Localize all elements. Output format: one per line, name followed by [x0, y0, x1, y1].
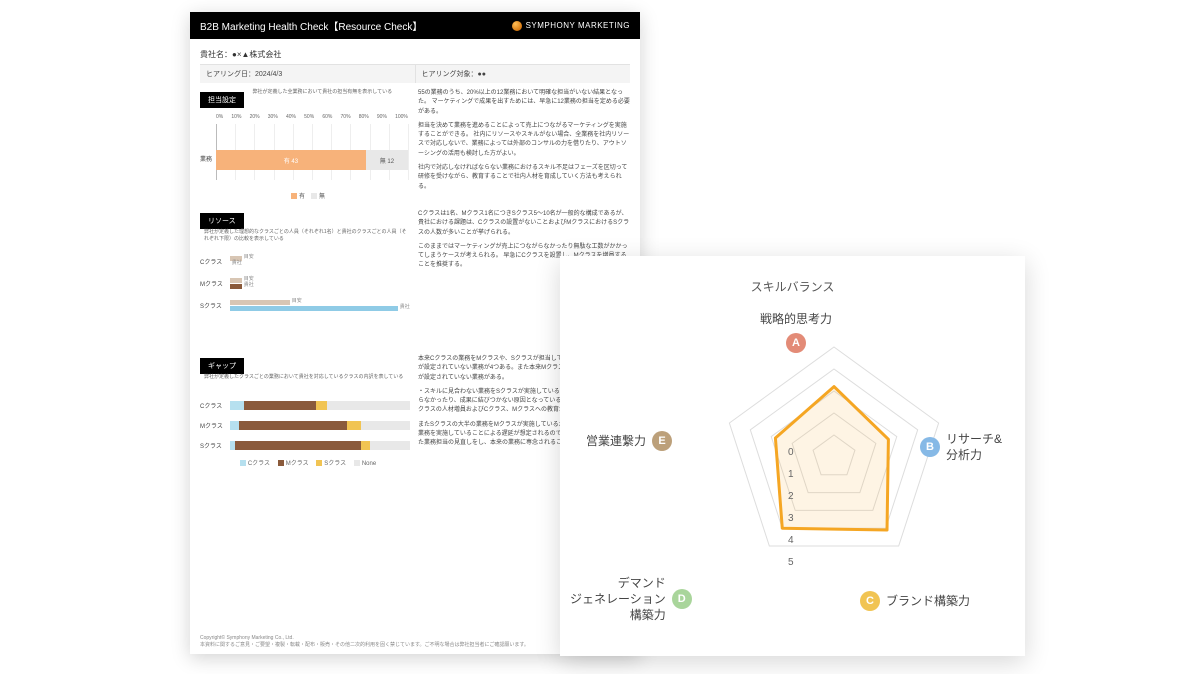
axis-label-A: 戦略的思考力: [760, 311, 832, 327]
comment-1b: 担当を決めて業務を進めることによって売上につながるマーケティングを実施することが…: [418, 122, 630, 159]
axis-badge-B: B: [920, 437, 940, 457]
chart-responsibility: 0%10%20%30%40%50%60%70%80%90%100% 業務 有 4…: [200, 114, 410, 200]
radar-axis-E: 営業連繋力 E: [586, 431, 672, 451]
axis-label-E: 営業連繋力: [586, 433, 646, 449]
section1-sublabel: 弊社が定義した全業務において貴社の担当有無を表示している: [252, 89, 392, 96]
comment-1c: 社内で対応しなければならない業務におけるスキル不足はフェーズを区切って研修を受け…: [418, 164, 630, 192]
section2-label: リソース: [200, 213, 244, 229]
chart1-ylabel: 業務: [200, 154, 212, 163]
axis-badge-D: D: [672, 589, 692, 609]
brand-logo: SYMPHONY MARKETING: [512, 21, 630, 31]
radar-card: スキルバランス 012345戦略的思考力ABリサーチ& 分析力Cブランド構築力デ…: [560, 256, 1025, 656]
disclaimer: 本資料に関するご意見・ご要望・複製・転載・配布・販売・その他二次的利用を固く禁じ…: [200, 642, 529, 649]
report-title-bar: B2B Marketing Health Check【Resource Chec…: [190, 12, 640, 39]
section3-sublabel: 弊社が定義したクラスごとの業務において貴社を対応しているクラスの内訳を表している: [204, 374, 403, 381]
chart1-legend: 有無: [200, 191, 410, 200]
comment-1a: 55の業務のうち、20%以上の12業務において明確な担当がいない結果となった。 …: [418, 89, 630, 117]
axis-badge-E: E: [652, 431, 672, 451]
radar-axis-B: B リサーチ& 分析力: [920, 431, 1002, 463]
comment-2a: Cクラスは1名、Mクラス1名につきSクラス5〜10名が一般的な構成であるが、貴社…: [418, 210, 630, 238]
report-meta: 貴社名：●×▲株式会社 ヒアリング日：2024/4/3 ヒアリング対象：●●: [190, 39, 640, 83]
radar-axis-A: 戦略的思考力 A: [760, 311, 832, 353]
radar-axis-C: C ブランド構築力: [860, 591, 970, 611]
axis-label-D: デマンド ジェネレーション 構築力: [570, 575, 666, 624]
globe-icon: [512, 21, 522, 31]
radar-axis-D: デマンド ジェネレーション 構築力 D: [570, 575, 692, 624]
brand-name: SYMPHONY MARKETING: [526, 21, 630, 30]
axis-badge-C: C: [860, 591, 880, 611]
hearing-target: ヒアリング対象：●●: [415, 65, 631, 83]
section-responsibility: 担当設定 弊社が定義した全業務において貴社の担当有無を表示している 0%10%2…: [190, 83, 640, 204]
company-name: 貴社名：●×▲株式会社: [200, 45, 630, 64]
axis-label-C: ブランド構築力: [886, 593, 970, 609]
report-title: B2B Marketing Health Check【Resource Chec…: [200, 18, 422, 33]
axis-badge-A: A: [786, 333, 806, 353]
section1-label: 担当設定: [200, 92, 244, 108]
hearing-date: ヒアリング日：2024/4/3: [200, 65, 415, 83]
report-footer: Copyright© Symphony Marketing Co., Ltd. …: [200, 635, 529, 648]
radar-chart: 012345戦略的思考力ABリサーチ& 分析力Cブランド構築力デマンド ジェネレ…: [560, 295, 1025, 635]
chart-gap: CクラスMクラスSクラスCクラス Mクラス Sクラス None: [200, 398, 410, 494]
section3-label: ギャップ: [200, 358, 244, 374]
chart-resource: Cクラス目安貴社Mクラス目安貴社Sクラス目安貴社: [200, 253, 410, 345]
radar-title: スキルバランス: [560, 256, 1025, 295]
section2-sublabel: 弊社が定義した理想的なクラスごとの人員（それぞれ1名）と貴社のクラスごとの人員（…: [204, 229, 410, 242]
axis-label-B: リサーチ& 分析力: [946, 431, 1002, 463]
